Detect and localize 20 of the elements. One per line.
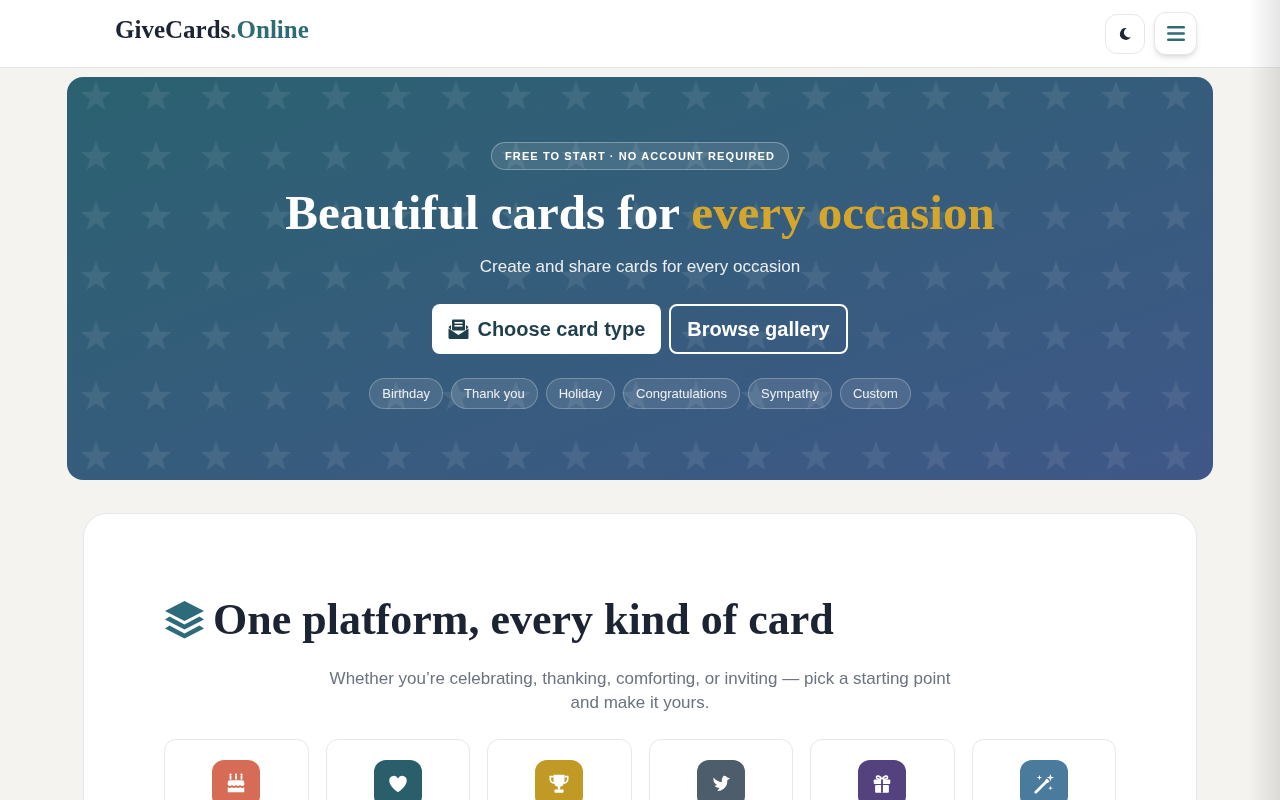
site-logo[interactable]: GiveCards.Online	[115, 17, 309, 42]
dark-mode-toggle[interactable]	[1105, 13, 1145, 54]
moon-icon	[1118, 26, 1132, 41]
section-heading: One platform, every kind of card	[213, 594, 834, 646]
envelope-letter-icon	[448, 319, 470, 339]
category-chip[interactable]: Sympathy	[748, 378, 832, 409]
category-chip[interactable]: Thank you	[451, 378, 538, 409]
hero-headline: Beautiful cards for every occasion	[285, 185, 995, 241]
hero-subtitle: Create and share cards for every occasion	[479, 256, 801, 278]
section-description: Whether you’re celebrating, thanking, comforting, or inviting — pick a starting point and make it yours.	[328, 668, 952, 714]
layers-icon	[164, 600, 205, 640]
menu-icon	[1166, 26, 1185, 41]
choose-card-type-button[interactable]: Choose card type	[432, 304, 662, 354]
category-chip[interactable]: Custom	[839, 378, 911, 409]
category-chip[interactable]: Holiday	[545, 378, 616, 409]
menu-button[interactable]	[1154, 12, 1197, 55]
category-chip[interactable]: Congratulations	[623, 378, 741, 409]
promo-badge: FREE TO START · NO ACCOUNT REQUIRED	[491, 142, 789, 170]
category-chip[interactable]: Birthday	[369, 378, 443, 409]
browse-gallery-button[interactable]: Browse gallery	[669, 304, 848, 354]
